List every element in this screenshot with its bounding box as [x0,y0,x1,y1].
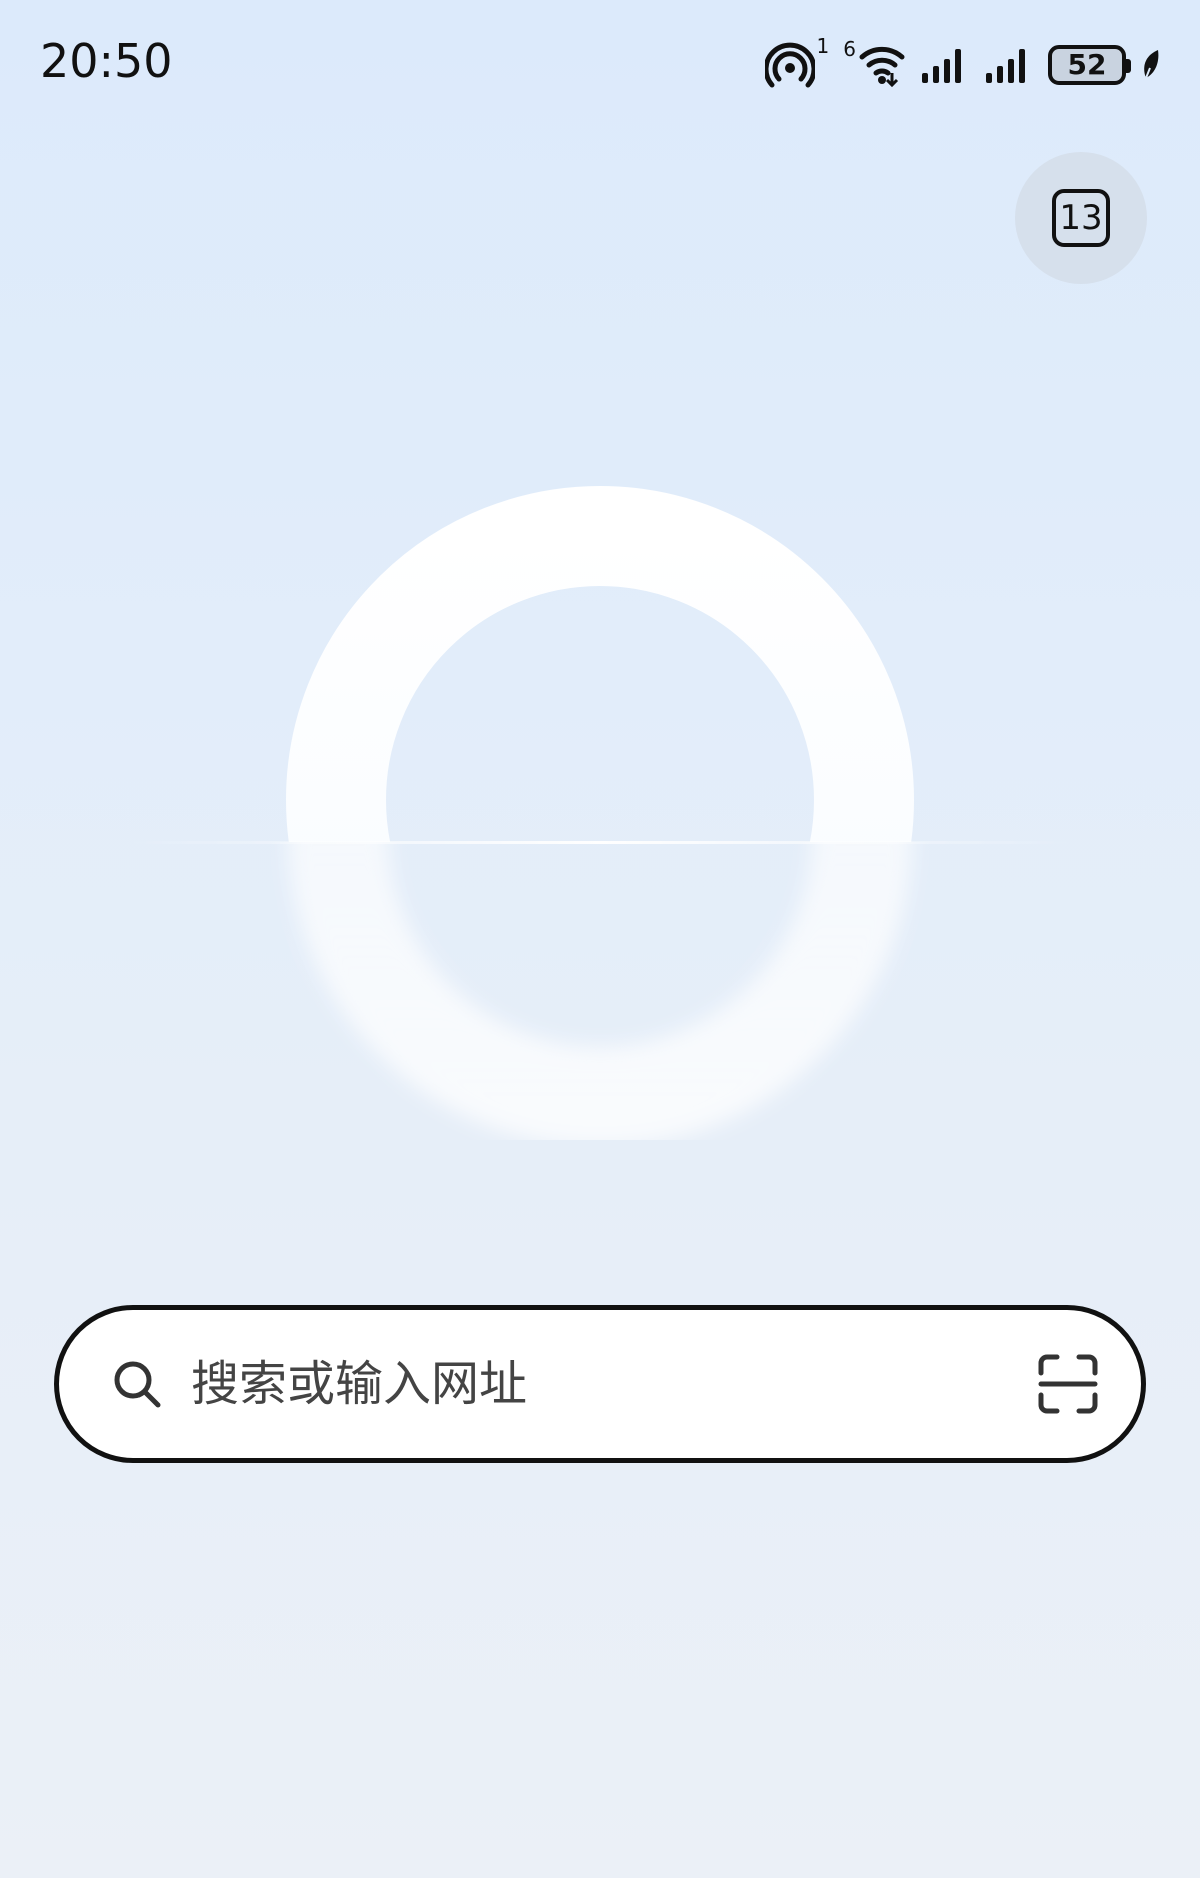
signal-icon [922,49,961,83]
battery-level: 52 [1067,48,1107,81]
status-icons: 1 6 52 [764,34,1162,90]
search-input[interactable] [191,1310,1051,1458]
hotspot-badge: 1 [816,34,830,58]
status-bar: 20:50 1 6 52 [0,0,1200,130]
search-icon [114,1361,161,1408]
search-bar[interactable] [54,1305,1146,1463]
battery-icon: 52 [1048,45,1131,85]
battery-tip [1126,59,1131,73]
ring-top [286,486,914,842]
wifi-badge: 6 [843,37,856,61]
hotspot-icon: 1 [764,34,829,90]
tabs-count: 13 [1052,189,1110,247]
signal-icon [986,49,1025,83]
scan-icon[interactable] [1037,1353,1099,1415]
tabs-button[interactable]: 13 [1015,152,1147,284]
leaf-icon [1144,50,1159,79]
logo-ring [120,486,1080,1140]
ring-reflection [288,842,912,1140]
status-time: 20:50 [40,34,173,88]
wifi-icon: 6 [843,37,906,87]
ring-horizon [120,841,1080,844]
